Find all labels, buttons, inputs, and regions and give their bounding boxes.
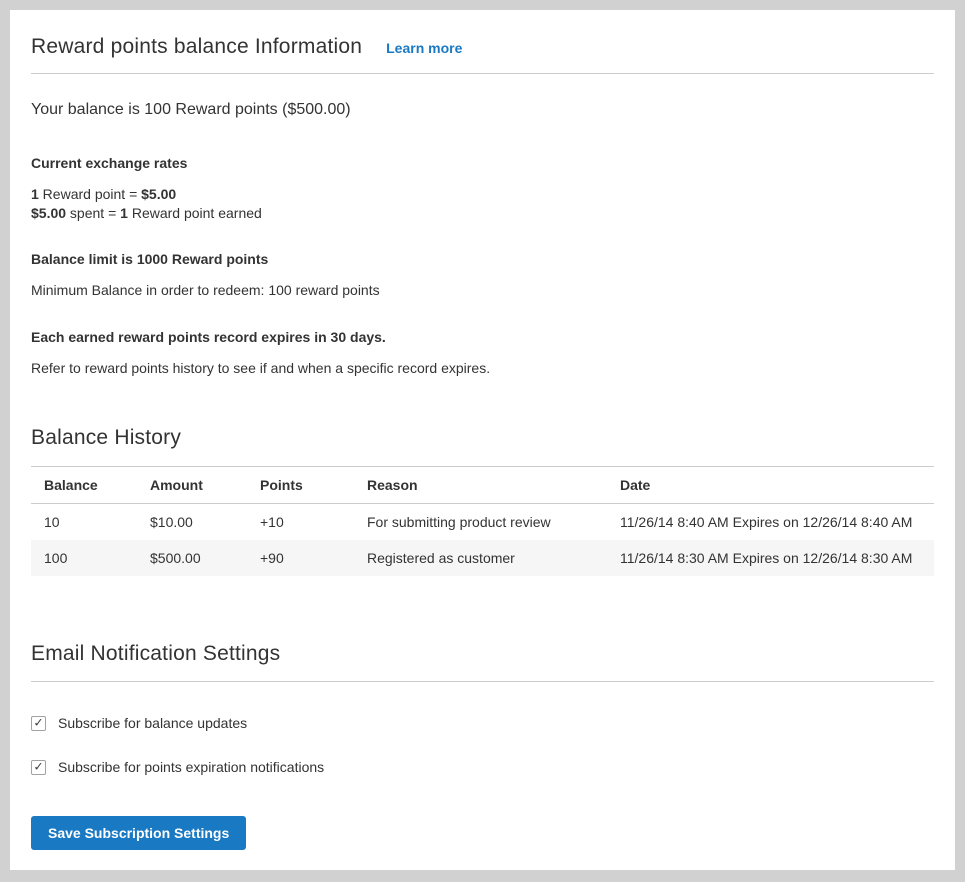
subscribe-expiration-notifications-checkbox[interactable]: ✓: [31, 760, 46, 775]
column-header-amount: Amount: [137, 467, 247, 504]
table-header-row: Balance Amount Points Reason Date: [31, 467, 934, 504]
column-header-balance: Balance: [31, 467, 137, 504]
expiration-note: Refer to reward points history to see if…: [31, 360, 934, 376]
cell-points: +10: [247, 504, 354, 541]
page-title-row: Reward points balance Information Learn …: [31, 35, 934, 74]
balance-limit-text: Balance limit is 1000 Reward points: [31, 251, 934, 267]
cell-points: +90: [247, 540, 354, 576]
spend-rate-amount: $5.00: [31, 205, 66, 221]
save-subscription-settings-button[interactable]: Save Subscription Settings: [31, 816, 246, 850]
expiration-heading: Each earned reward points record expires…: [31, 329, 934, 345]
table-row: 100 $500.00 +90 Registered as customer 1…: [31, 540, 934, 576]
table-row: 10 $10.00 +10 For submitting product rev…: [31, 504, 934, 541]
exchange-rates-heading: Current exchange rates: [31, 155, 934, 171]
subscribe-balance-updates-label: Subscribe for balance updates: [58, 715, 247, 731]
earn-rate-points: 1: [31, 186, 39, 202]
cell-date: 11/26/14 8:30 AM Expires on 12/26/14 8:3…: [607, 540, 934, 576]
checkmark-icon: ✓: [33, 717, 43, 729]
email-settings-header: Email Notification Settings: [31, 642, 934, 682]
subscribe-balance-updates-option[interactable]: ✓ Subscribe for balance updates: [31, 715, 934, 731]
cell-balance: 10: [31, 504, 137, 541]
earn-rate-amount: $5.00: [141, 186, 176, 202]
balance-history-title: Balance History: [31, 426, 934, 450]
column-header-date: Date: [607, 467, 934, 504]
exchange-rates: 1 Reward point = $5.00 $5.00 spent = 1 R…: [31, 185, 934, 223]
balance-history-header: Balance History: [31, 426, 934, 466]
page-title: Reward points balance Information: [31, 35, 362, 59]
cell-date: 11/26/14 8:40 AM Expires on 12/26/14 8:4…: [607, 504, 934, 541]
checkmark-icon: ✓: [33, 761, 43, 773]
subscribe-balance-updates-checkbox[interactable]: ✓: [31, 716, 46, 731]
spend-rate-points: 1: [120, 205, 128, 221]
balance-history-table: Balance Amount Points Reason Date 10 $10…: [31, 466, 934, 576]
cell-amount: $10.00: [137, 504, 247, 541]
column-header-points: Points: [247, 467, 354, 504]
cell-balance: 100: [31, 540, 137, 576]
spend-rate-suffix: Reward point earned: [128, 205, 262, 221]
cell-amount: $500.00: [137, 540, 247, 576]
page-frame: Reward points balance Information Learn …: [0, 0, 965, 882]
spend-rate-line: $5.00 spent = 1 Reward point earned: [31, 204, 934, 223]
balance-summary: Your balance is 100 Reward points ($500.…: [31, 101, 934, 119]
email-settings-title: Email Notification Settings: [31, 642, 934, 666]
spend-rate-middle: spent =: [66, 205, 120, 221]
reward-points-panel: Reward points balance Information Learn …: [10, 10, 955, 870]
cell-reason: For submitting product review: [354, 504, 607, 541]
column-header-reason: Reason: [354, 467, 607, 504]
subscribe-expiration-notifications-label: Subscribe for points expiration notifica…: [58, 759, 324, 775]
earn-rate-middle: Reward point =: [39, 186, 141, 202]
earn-rate-line: 1 Reward point = $5.00: [31, 185, 934, 204]
learn-more-link[interactable]: Learn more: [386, 40, 462, 56]
min-balance-text: Minimum Balance in order to redeem: 100 …: [31, 282, 934, 298]
cell-reason: Registered as customer: [354, 540, 607, 576]
subscribe-expiration-notifications-option[interactable]: ✓ Subscribe for points expiration notifi…: [31, 759, 934, 775]
